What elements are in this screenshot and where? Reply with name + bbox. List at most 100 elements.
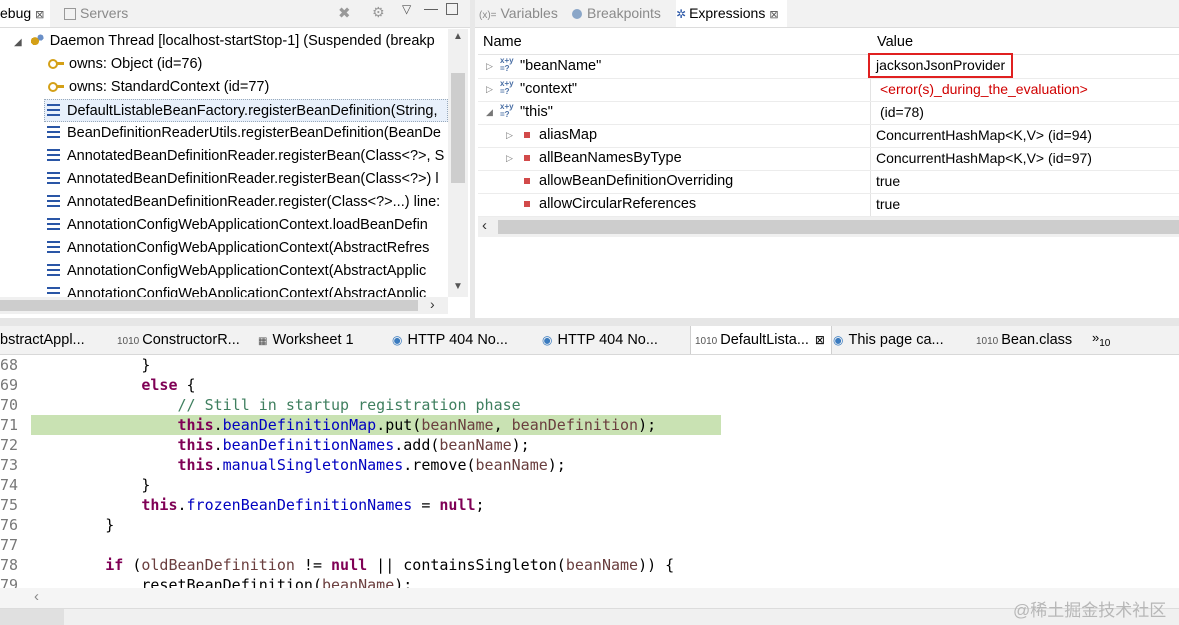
debug-vertical-scrollbar[interactable]: ▲ ▼	[448, 29, 468, 297]
expand-right-icon[interactable]: ▷	[506, 124, 513, 147]
tab-servers-label: Servers	[80, 5, 129, 21]
stack-frame-icon	[47, 126, 60, 138]
scroll-down-icon[interactable]: ▼	[453, 281, 463, 292]
code-text: this.beanDefinitionNames.add(beanName);	[177, 436, 530, 454]
stack-frame-row[interactable]: AnnotationConfigWebApplicationContext(Ab…	[47, 283, 426, 297]
field-icon	[524, 201, 530, 207]
expression-row[interactable]: allowBeanDefinitionOverriding true	[478, 170, 1179, 194]
tab-variables[interactable]: (x)= Variables	[479, 0, 558, 27]
view-toolbar-icon[interactable]: ⚙	[372, 4, 385, 21]
stack-frame-row[interactable]: AnnotatedBeanDefinitionReader.register(C…	[47, 191, 440, 214]
scroll-left-icon[interactable]: ‹	[482, 217, 487, 234]
editor-tab[interactable]: ◉ HTTP 404 No...	[542, 326, 658, 354]
expression-row[interactable]: ▷ aliasMap ConcurrentHashMap<K,V> (id=94…	[478, 124, 1179, 148]
close-icon[interactable]: ⊠	[769, 9, 778, 21]
scroll-thumb[interactable]	[498, 220, 1179, 234]
minimize-icon[interactable]: —	[424, 0, 438, 16]
code-editor[interactable]: 68 } 69 else { 70 // Still in startup re…	[0, 355, 1179, 588]
close-icon[interactable]: ⊠	[35, 9, 44, 21]
code-line: 73 this.manualSingletonNames.remove(bean…	[0, 455, 1179, 475]
expression-row[interactable]: ▷ x+y =? "beanName" jacksonJsonProvider	[478, 53, 1179, 79]
code-text: else {	[141, 376, 196, 394]
thread-row[interactable]: ◢ Daemon Thread [localhost-startStop-1] (…	[14, 30, 435, 53]
status-tab[interactable]	[0, 609, 64, 625]
code-text: }	[33, 476, 151, 494]
editor-tab-label: DefaultLista...	[720, 332, 809, 348]
servers-icon	[64, 8, 76, 20]
stack-frame-row[interactable]: BeanDefinitionReaderUtils.registerBeanDe…	[47, 122, 441, 145]
editor-tab[interactable]: 1010 ConstructorR...	[117, 326, 240, 354]
stack-frame-label: BeanDefinitionReaderUtils.registerBeanDe…	[67, 125, 441, 141]
editor-tab-active[interactable]: 1010 DefaultLista... ⊠	[690, 326, 832, 354]
tab-servers[interactable]: Servers	[64, 0, 128, 27]
thread-icon	[29, 34, 44, 46]
expression-name: allowBeanDefinitionOverriding	[539, 173, 734, 189]
code-line: 75 this.frozenBeanDefinitionNames = null…	[0, 495, 1179, 515]
scroll-thumb[interactable]	[0, 300, 418, 311]
line-number: 79	[0, 576, 19, 588]
maximize-icon[interactable]	[446, 3, 458, 15]
expressions-horizontal-scrollbar[interactable]: ‹	[478, 217, 1179, 237]
stack-frame-label: DefaultListableBeanFactory.registerBeanD…	[67, 103, 438, 119]
expand-right-icon[interactable]: ▷	[506, 147, 513, 170]
watch-expression-icon: x+y =?	[500, 102, 514, 119]
owns-row[interactable]: owns: Object (id=76)	[48, 53, 202, 76]
close-icon[interactable]: ⊠	[815, 333, 825, 347]
column-header-name[interactable]: Name	[483, 34, 522, 50]
tab-debug[interactable]: ebug ⊠	[0, 0, 51, 27]
stack-frame-row[interactable]: AnnotatedBeanDefinitionReader.registerBe…	[47, 168, 439, 191]
scroll-up-icon[interactable]: ▲	[453, 31, 463, 42]
editor-tab[interactable]: 1010 Bean.class	[976, 326, 1072, 354]
editor-tab[interactable]: ◉ This page ca...	[833, 326, 944, 354]
code-text: }	[33, 356, 151, 374]
expression-name: allBeanNamesByType	[539, 150, 682, 166]
code-line: 69 else {	[0, 375, 1179, 395]
scroll-left-icon[interactable]: ‹	[34, 588, 39, 605]
tab-overflow[interactable]: »10	[1092, 324, 1110, 352]
expression-row[interactable]: ▷ allBeanNamesByType ConcurrentHashMap<K…	[478, 147, 1179, 171]
code-text: this.manualSingletonNames.remove(beanNam…	[177, 456, 566, 474]
view-menu-icon[interactable]: ▽	[402, 2, 411, 16]
stack-frame-row[interactable]: AnnotationConfigWebApplicationContext(Ab…	[47, 237, 429, 260]
expand-right-icon[interactable]: ▷	[486, 55, 493, 78]
expand-down-icon[interactable]: ◢	[14, 37, 22, 48]
expression-row[interactable]: allowCircularReferences true	[478, 193, 1179, 217]
editor-tab-label: HTTP 404 No...	[557, 332, 658, 348]
debug-tree: ◢ Daemon Thread [localhost-startStop-1] (…	[0, 29, 448, 297]
code-line-current: 71 this.beanDefinitionMap.put(beanName, …	[0, 415, 1179, 435]
editor-tab[interactable]: bstractAppl...	[0, 326, 85, 354]
editor-tab[interactable]: ▦ Worksheet 1	[258, 326, 354, 354]
expand-right-icon[interactable]: ▷	[486, 78, 493, 101]
scroll-right-icon[interactable]: ›	[430, 296, 435, 312]
editor-horizontal-scrollbar[interactable]: ‹	[0, 588, 1179, 608]
stack-frame-row[interactable]: DefaultListableBeanFactory.registerBeanD…	[44, 99, 448, 122]
remove-all-terminated-icon[interactable]: ✖	[338, 4, 351, 22]
tab-breakpoints[interactable]: Breakpoints	[572, 0, 661, 27]
tab-expressions[interactable]: ✲ Expressions ⊠	[676, 0, 787, 27]
stack-frame-row[interactable]: AnnotationConfigWebApplicationContext.lo…	[47, 214, 428, 237]
pane-divider[interactable]	[470, 0, 475, 318]
editor-tab[interactable]: ◉ HTTP 404 No...	[392, 326, 508, 354]
expression-row[interactable]: ◢ x+y =? "this" (id=78)	[478, 101, 1179, 125]
expressions-icon: ✲	[676, 7, 687, 21]
owns-row[interactable]: owns: StandardContext (id=77)	[48, 76, 269, 99]
watch-expression-icon: x+y =?	[500, 56, 514, 73]
stack-frame-row[interactable]: AnnotatedBeanDefinitionReader.registerBe…	[47, 145, 444, 168]
stack-frame-row[interactable]: AnnotationConfigWebApplicationContext(Ab…	[47, 260, 426, 283]
field-icon	[524, 132, 530, 138]
column-header-value[interactable]: Value	[877, 34, 913, 50]
editor-tab-label: HTTP 404 No...	[407, 332, 508, 348]
expression-row[interactable]: ▷ x+y =? "context" <error(s)_during_the_e…	[478, 78, 1179, 102]
debug-horizontal-scrollbar[interactable]: ›	[0, 296, 448, 314]
stack-frame-icon	[47, 218, 60, 230]
scroll-thumb[interactable]	[451, 73, 465, 183]
line-number: 70	[0, 396, 19, 414]
class-file-icon: 1010	[976, 336, 999, 347]
stack-frame-label: AnnotationConfigWebApplicationContext(Ab…	[67, 286, 427, 297]
detail-pane[interactable]	[478, 237, 1179, 313]
tab-variables-label: Variables	[500, 5, 558, 21]
globe-icon: ◉	[392, 333, 403, 347]
expression-value: ConcurrentHashMap<K,V> (id=97)	[876, 150, 1092, 166]
code-line: 74 }	[0, 475, 1179, 495]
expand-down-icon[interactable]: ◢	[486, 101, 493, 124]
